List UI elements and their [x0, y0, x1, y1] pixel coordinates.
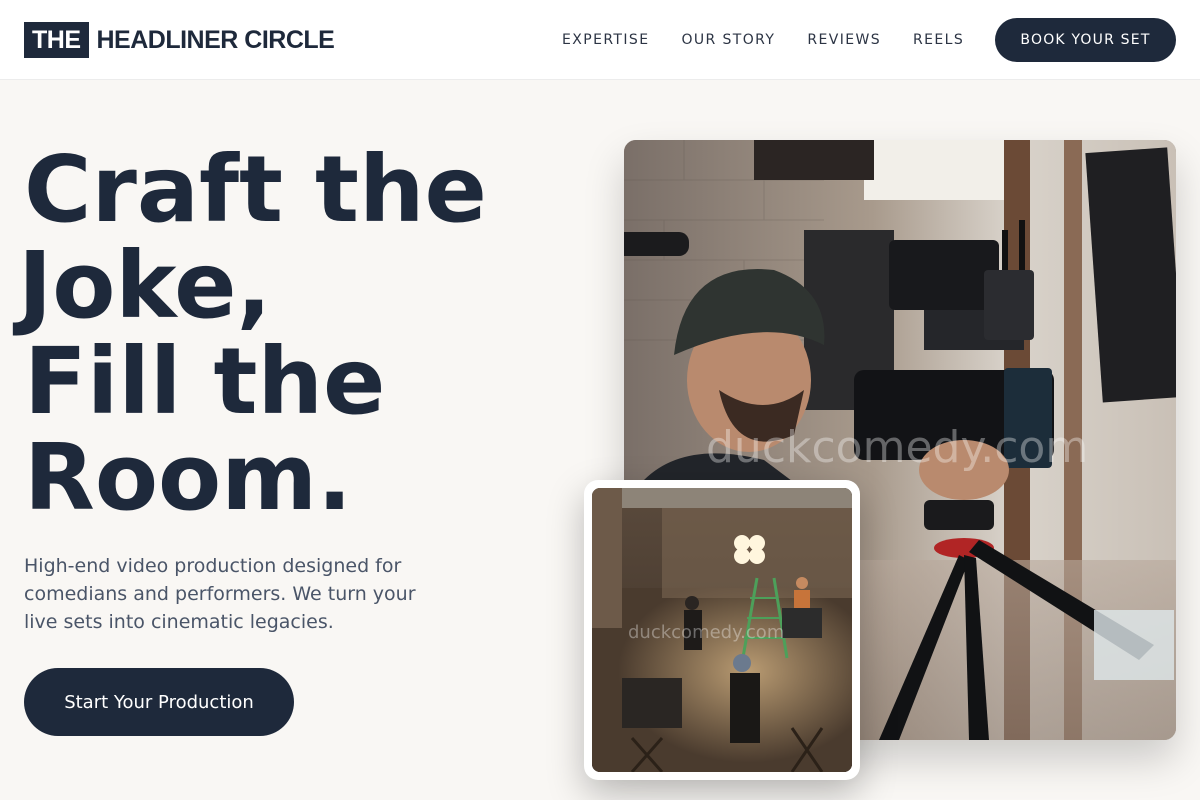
logo-wordmark: HEADLINER CIRCLE — [96, 25, 335, 54]
main-nav: EXPERTISE OUR STORY REVIEWS REELS — [562, 31, 996, 49]
main-photo-watermark: duckcomedy.com — [706, 422, 1089, 473]
nav-link-our-story[interactable]: OUR STORY — [681, 31, 775, 49]
headline-line-2: Joke, — [18, 232, 272, 339]
nav-link-reviews[interactable]: REVIEWS — [807, 31, 881, 49]
headline-line-1: Craft the — [24, 136, 487, 243]
inset-photo-film-set: duckcomedy.com — [592, 488, 852, 772]
logo[interactable]: THE HEADLINER CIRCLE — [24, 22, 335, 58]
hero-headline: Craft the Joke, Fill the Room. — [18, 136, 584, 531]
book-your-set-button[interactable]: BOOK YOUR SET — [995, 18, 1176, 62]
nav-link-reels[interactable]: REELS — [913, 31, 964, 49]
inset-photo-watermark: duckcomedy.com — [628, 622, 785, 643]
headline-line-3: Fill the — [24, 328, 386, 435]
logo-badge: THE — [24, 22, 89, 58]
headline-line-4: Room. — [24, 424, 353, 531]
hero-subtext: High-end video production designed for c… — [24, 555, 416, 633]
start-production-button[interactable]: Start Your Production — [24, 668, 294, 736]
site-header: THE HEADLINER CIRCLE EXPERTISE OUR STORY… — [0, 0, 1200, 80]
nav-link-expertise[interactable]: EXPERTISE — [562, 31, 649, 49]
inset-photo-frame: duckcomedy.com — [584, 480, 860, 780]
